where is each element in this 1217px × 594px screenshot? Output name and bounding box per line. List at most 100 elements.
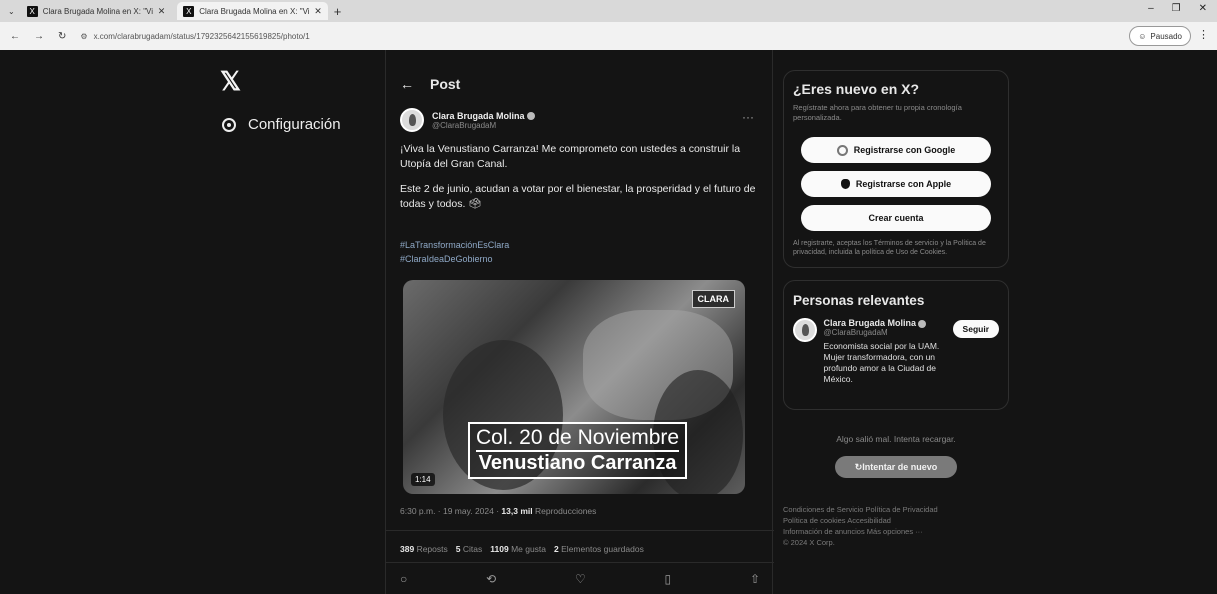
like-icon[interactable]: ♡ <box>575 572 586 586</box>
error-message: Algo salió mal. Intenta recargar. <box>836 434 956 444</box>
post-stats: 389 Reposts 5 Citas 1109 Me gusta 2 Elem… <box>400 544 644 554</box>
quotes-label: Citas <box>462 544 483 554</box>
post-text-paragraph-2: Este 2 de junio, acudan a votar por el b… <box>400 183 756 210</box>
tab-label: Clara Brugada Molina en X: "Viv <box>42 6 153 16</box>
post-text-paragraph-1: ¡Viva la Venustiano Carranza! Me comprom… <box>400 143 741 170</box>
post-text: ¡Viva la Venustiano Carranza! Me comprom… <box>400 142 762 222</box>
browser-menu-icon[interactable]: ⋮ <box>1198 28 1209 41</box>
profile-label: Pausado <box>1150 31 1182 41</box>
back-icon[interactable]: ← <box>10 31 20 42</box>
post-timestamp[interactable]: 6:30 p.m. · 19 may. 2024 · <box>400 506 501 516</box>
reposts-count: 389 <box>400 544 415 554</box>
new-tab-icon[interactable]: + <box>334 4 342 19</box>
apple-icon <box>840 179 850 189</box>
url-text: x.com/clarabrugadam/status/1792325642155… <box>93 31 310 41</box>
profile-avatar-icon: ☺ <box>1138 31 1147 41</box>
post-header-title: Post <box>430 76 461 92</box>
signup-apple-button[interactable]: Registrarse con Apple <box>801 171 991 197</box>
avatar[interactable] <box>400 108 424 132</box>
relevant-bio: Economista social por la UAM. Mujer tran… <box>823 341 940 384</box>
x-favicon-icon: X <box>26 5 38 17</box>
forward-icon[interactable]: → <box>34 31 44 42</box>
site-info-icon[interactable]: ⚙ <box>80 32 87 41</box>
divider <box>386 530 774 531</box>
post-video[interactable]: CLARA Col. 20 de Noviembre Venustiano Ca… <box>403 280 745 494</box>
reply-icon[interactable]: ○ <box>400 572 407 586</box>
footer-line[interactable]: Información de anuncios Más opciones ··· <box>783 526 993 537</box>
hashtag-link[interactable]: #LaTransformaciónEsClara <box>400 238 509 252</box>
video-duration: 1:14 <box>411 473 435 486</box>
footer-copyright: © 2024 X Corp. <box>783 538 835 547</box>
signup-terms: Al registrarte, aceptas los Términos de … <box>793 240 986 256</box>
author-name: Clara Brugada Molina <box>432 110 525 121</box>
bookmark-icon[interactable]: ▯ <box>665 572 672 586</box>
address-bar: ← → ↻ ⚙ x.com/clarabrugadam/status/17923… <box>0 22 1217 50</box>
saves-label: Elementos guardados <box>561 544 644 554</box>
close-tab-icon[interactable]: ✕ <box>314 6 322 17</box>
gear-icon <box>222 117 236 132</box>
repost-icon[interactable]: ⟲ <box>486 572 496 586</box>
avatar[interactable] <box>793 318 817 342</box>
close-tab-icon[interactable]: ✕ <box>158 6 166 17</box>
more-options-icon[interactable]: ··· <box>742 110 754 124</box>
saves-stat[interactable]: 2 Elementos guardados <box>554 544 644 554</box>
saves-count: 2 <box>554 544 559 554</box>
views-count: 13,3 mil <box>501 506 533 516</box>
post-meta: 6:30 p.m. · 19 may. 2024 · 13,3 mil Repr… <box>400 506 596 516</box>
verified-badge-icon <box>918 319 927 328</box>
quotes-stat[interactable]: 5 Citas <box>456 544 482 554</box>
retry-button[interactable]: ↻ Intentar de nuevo <box>835 456 957 478</box>
relevant-person[interactable]: Clara Brugada Molina @ClaraBrugadaM Econ… <box>793 318 999 385</box>
nav-settings[interactable]: Configuración <box>222 116 341 133</box>
create-account-button[interactable]: Crear cuenta <box>801 205 991 231</box>
tab-label: Clara Brugada Molina en X: "Vi <box>199 6 310 16</box>
reload-icon[interactable]: ↻ <box>58 31 66 42</box>
apple-button-label: Registrarse con Apple <box>855 179 952 189</box>
back-arrow-icon[interactable]: ← <box>400 76 414 92</box>
relevant-handle: @ClaraBrugadaM <box>823 328 888 337</box>
post-author[interactable]: Clara Brugada Molina @ClaraBrugadaM <box>400 108 535 132</box>
author-name-row[interactable]: Clara Brugada Molina <box>432 111 535 121</box>
x-favicon-icon: X <box>183 5 195 17</box>
footer-line[interactable]: Política de cookies Accesibilidad <box>783 515 993 526</box>
browser-tab-1[interactable]: X Clara Brugada Molina en X: "Viv ✕ <box>21 2 172 20</box>
restore-icon[interactable]: ❐ <box>1172 3 1181 14</box>
main-column: ← Post Clara Brugada Molina @ClaraBrugad… <box>385 50 774 594</box>
window-controls: – ❐ ✕ <box>1148 3 1207 14</box>
x-page: 𝕏 Configuración ← Post Clara Brugada Mol… <box>0 50 1217 594</box>
retry-button-label: Intentar de nuevo <box>862 462 938 472</box>
signup-subtitle: Regístrate ahora para obtener tu propia … <box>793 103 962 122</box>
divider <box>386 562 774 563</box>
retry-icon: ↻ <box>854 461 863 472</box>
views-label: Reproducciones <box>532 506 597 516</box>
google-icon <box>836 144 848 156</box>
right-sidebar: ¿Eres nuevo en X? Regístrate ahora para … <box>783 70 1009 548</box>
profile-button[interactable]: ☺ Pausado <box>1129 26 1191 46</box>
share-icon[interactable]: ⇧ <box>750 572 760 586</box>
x-logo-icon[interactable]: 𝕏 <box>220 66 241 97</box>
minimize-icon[interactable]: – <box>1148 3 1154 14</box>
footer-line[interactable]: Condiciones de Servicio Política de Priv… <box>783 504 993 515</box>
likes-count: 1109 <box>490 544 509 554</box>
post-hashtags: #LaTransformaciónEsClara #ClaraIdeaDeGob… <box>400 238 509 266</box>
tab-list-chevron-icon[interactable]: ⌄ <box>8 7 15 16</box>
relevant-person-info: Clara Brugada Molina @ClaraBrugadaM Econ… <box>824 318 946 385</box>
signup-title: ¿Eres nuevo en X? <box>793 81 920 97</box>
close-window-icon[interactable]: ✕ <box>1199 3 1207 14</box>
quotes-count: 5 <box>455 544 461 554</box>
relevant-name-row[interactable]: Clara Brugada Molina <box>824 318 946 328</box>
video-caption: Col. 20 de Noviembre Venustiano Carranza <box>468 422 688 479</box>
follow-button[interactable]: Seguir <box>952 320 999 338</box>
video-brand-logo: CLARA <box>691 290 735 308</box>
hashtag-link[interactable]: #ClaraIdeaDeGobierno <box>400 252 509 266</box>
verified-badge-icon <box>526 112 535 121</box>
reposts-stat[interactable]: 389 Reposts <box>400 544 448 554</box>
signup-google-button[interactable]: Registrarse con Google <box>801 137 991 163</box>
url-field[interactable]: ⚙ x.com/clarabrugadam/status/17923256421… <box>80 32 309 41</box>
browser-tab-2[interactable]: X Clara Brugada Molina en X: "Vi ✕ <box>177 2 328 20</box>
post-actions: ○ ⟲ ♡ ▯ ⇧ <box>400 572 760 586</box>
google-button-label: Registrarse con Google <box>853 145 956 155</box>
likes-stat[interactable]: 1109 Me gusta <box>490 544 546 554</box>
relevant-title: Personas relevantes <box>793 293 925 308</box>
likes-label: Me gusta <box>511 544 547 554</box>
